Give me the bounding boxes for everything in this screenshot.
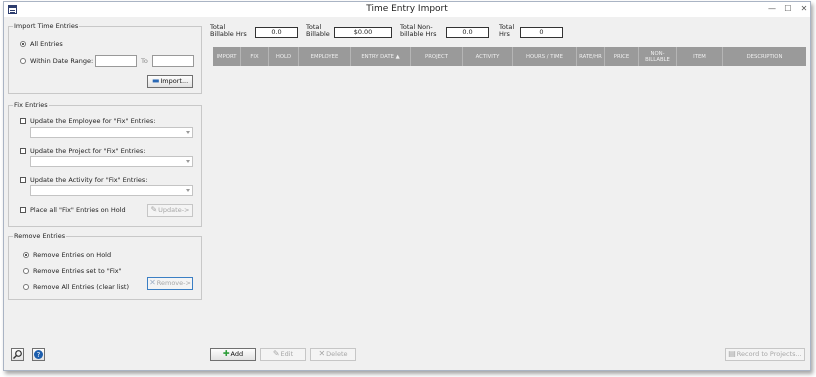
update-project-label: Update the Project for "Fix" Entries: [30, 147, 146, 155]
help-icon: ? [34, 350, 43, 359]
x-icon: ✕ [318, 349, 326, 358]
remove-on-hold-radio[interactable] [23, 252, 29, 258]
chevron-down-icon [186, 189, 190, 192]
remove-all-radio[interactable] [23, 284, 29, 290]
chevron-down-icon [186, 131, 190, 134]
all-entries-label: All Entries [30, 40, 63, 48]
remove-fix-label: Remove Entries set to "Fix" [33, 267, 122, 275]
add-button[interactable]: ✚Add [210, 348, 256, 361]
to-label: To [141, 57, 148, 65]
activity-dropdown[interactable] [30, 185, 193, 196]
import-button-label: Import... [160, 77, 189, 85]
date-from-input[interactable] [95, 55, 137, 67]
delete-button-label: Delete [326, 350, 348, 358]
remove-on-hold-label: Remove Entries on Hold [33, 251, 112, 259]
record-icon: ▤ [728, 349, 736, 358]
remove-button-label: Remove-> [156, 279, 191, 287]
maximize-button[interactable]: ☐ [780, 2, 796, 17]
col-price[interactable]: PRICE [605, 47, 639, 66]
delete-button[interactable]: ✕Delete [310, 348, 356, 361]
col-description[interactable]: DESCRIPTION [723, 47, 806, 66]
place-on-hold-label: Place all "Fix" Entries on Hold [30, 206, 126, 214]
import-group-title: Import Time Entries [13, 22, 80, 30]
place-on-hold-checkbox[interactable] [20, 207, 26, 213]
search-icon [13, 350, 22, 359]
col-hours-time[interactable]: HOURS / TIME [513, 47, 577, 66]
remove-button[interactable]: ✕Remove-> [147, 277, 193, 290]
folder-icon: ▬ [151, 76, 160, 85]
col-item[interactable]: ITEM [677, 47, 723, 66]
update-activity-label: Update the Activity for "Fix" Entries: [30, 176, 148, 184]
col-entry-date[interactable]: ENTRY DATE ▲ [351, 47, 411, 66]
total-billable-value: $0.00 [334, 27, 392, 38]
col-employee[interactable]: EMPLOYEE [299, 47, 351, 66]
svg-text:?: ? [37, 351, 41, 359]
edit-button[interactable]: ✎Edit [260, 348, 306, 361]
total-nonbillable-hrs-value: 0.0 [446, 27, 489, 38]
add-button-label: Add [230, 350, 244, 358]
help-button[interactable]: ? [32, 348, 45, 361]
fix-group-title: Fix Entries [13, 101, 49, 109]
close-button[interactable]: ✕ [796, 2, 812, 17]
remove-entries-group: Remove Entries Remove Entries on Hold Re… [8, 232, 202, 300]
import-button[interactable]: ▬Import... [147, 75, 193, 88]
update-employee-label: Update the Employee for "Fix" Entries: [30, 117, 156, 125]
date-range-radio[interactable] [20, 58, 26, 64]
col-non-billable[interactable]: NON- BILLABLE [639, 47, 677, 66]
x-icon: ✕ [149, 278, 156, 287]
remove-fix-radio[interactable] [23, 268, 29, 274]
col-fix[interactable]: FIX [241, 47, 269, 66]
col-import[interactable]: IMPORT [213, 47, 241, 66]
employee-dropdown[interactable] [30, 127, 193, 138]
update-button-label: Update-> [158, 206, 190, 214]
col-activity[interactable]: ACTIVITY [463, 47, 513, 66]
title-bar: Time Entry Import — ☐ ✕ [4, 2, 810, 17]
remove-group-title: Remove Entries [13, 232, 67, 240]
fix-entries-group: Fix Entries Update the Employee for "Fix… [8, 101, 202, 227]
col-rate-hr[interactable]: RATE/HR [577, 47, 605, 66]
col-hold[interactable]: HOLD [269, 47, 299, 66]
pencil-icon: ✎ [272, 349, 280, 358]
update-activity-checkbox[interactable] [20, 177, 26, 183]
col-project[interactable]: PROJECT [411, 47, 463, 66]
date-to-input[interactable] [152, 55, 194, 67]
remove-all-label: Remove All Entries (clear list) [33, 283, 129, 291]
total-billable-label: Total Billable [306, 23, 330, 38]
record-to-projects-button[interactable]: ▤Record to Projects... [725, 348, 805, 361]
plus-icon: ✚ [222, 349, 230, 358]
total-hrs-value: 0 [520, 27, 563, 38]
date-range-label: Within Date Range: [30, 57, 94, 65]
total-hrs-label: Total Hrs [499, 23, 515, 38]
minimize-button[interactable]: — [764, 2, 780, 17]
search-button[interactable] [11, 348, 24, 361]
update-employee-checkbox[interactable] [20, 118, 26, 124]
entries-grid-header: IMPORT FIX HOLD EMPLOYEE ENTRY DATE ▲ PR… [213, 47, 806, 66]
record-button-label: Record to Projects... [736, 350, 802, 358]
update-button[interactable]: ✎Update-> [147, 204, 193, 217]
chevron-down-icon [186, 160, 190, 163]
total-billable-hrs-value: 0.0 [255, 27, 298, 38]
total-billable-hrs-label: Total Billable Hrs [210, 23, 247, 38]
time-entry-import-window: Time Entry Import — ☐ ✕ Import Time Entr… [3, 1, 811, 371]
update-project-checkbox[interactable] [20, 148, 26, 154]
all-entries-radio[interactable] [20, 41, 26, 47]
window-title: Time Entry Import [366, 4, 448, 14]
project-dropdown[interactable] [30, 156, 193, 167]
edit-button-label: Edit [280, 350, 294, 358]
total-nonbillable-hrs-label: Total Non-billable Hrs [400, 23, 437, 38]
import-time-entries-group: Import Time Entries All Entries Within D… [8, 22, 202, 94]
pencil-icon: ✎ [150, 205, 158, 214]
